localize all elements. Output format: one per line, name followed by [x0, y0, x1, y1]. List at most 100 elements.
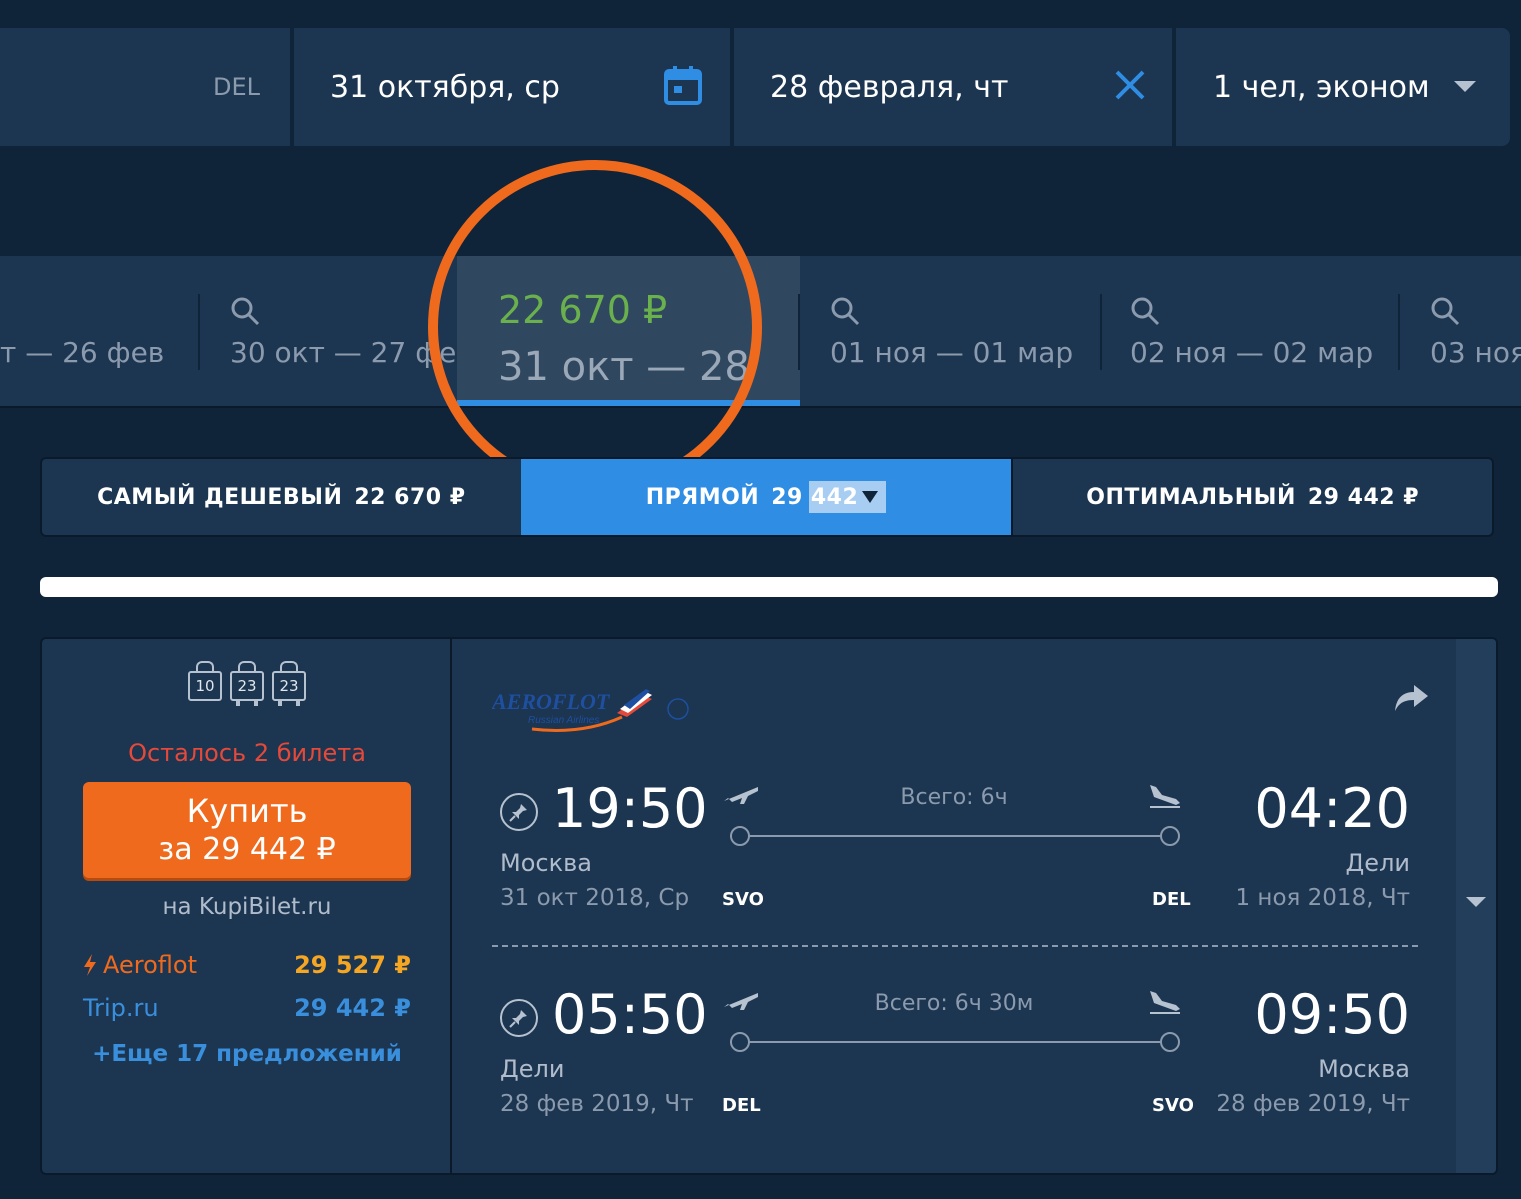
arrival-time: 04:20: [1254, 777, 1410, 840]
date-option-label: 31 окт — 28: [498, 344, 750, 390]
tickets-remaining: Осталось 2 билета: [128, 739, 366, 767]
airline-name: AEROFLOT: [492, 689, 611, 714]
depart-date-field[interactable]: 31 октября, ср: [294, 28, 730, 146]
route-start-dot: [730, 826, 750, 846]
lightning-icon: [84, 954, 96, 976]
arrival-date: 1 ноя 2018, Чт: [1235, 885, 1410, 911]
expand-panel[interactable]: [1456, 639, 1496, 1173]
date-option[interactable]: 30 окт — 27 фе: [200, 256, 457, 408]
loading-progress-bar: [40, 577, 1498, 597]
buy-button-label: Купить: [186, 792, 308, 830]
route-end-dot: [1160, 826, 1180, 846]
arrival-city: Дели: [1345, 849, 1410, 877]
landing-icon: [1146, 783, 1182, 813]
departure-date: 28 фев 2019, Чт: [500, 1091, 694, 1117]
arrival-time: 09:50: [1254, 983, 1410, 1046]
calendar-icon[interactable]: [664, 65, 702, 109]
tab-direct[interactable]: ПРЯМОЙ 29 442: [520, 459, 1012, 535]
departure-airport-code: SVO: [722, 889, 764, 910]
baggage-info: 10 23 23: [186, 659, 308, 707]
passengers-select[interactable]: 1 чел, эконом: [1176, 28, 1510, 146]
tab-price: 22 670 ₽: [354, 484, 466, 510]
offer-agency-name: Trip.ru: [83, 994, 159, 1022]
offer-price: 29 442 ₽: [294, 994, 411, 1022]
depart-date-value: 31 октября, ср: [330, 69, 560, 105]
baggage-weight: 23: [230, 671, 264, 701]
departure-date: 31 окт 2018, Ср: [500, 885, 690, 911]
tab-price-selected: 442: [810, 484, 859, 510]
arrival-city: Москва: [1318, 1055, 1410, 1083]
search-icon: [830, 296, 860, 330]
date-option-label: 03 ноя: [1430, 336, 1521, 369]
flight-segment-outbound: 19:50 Москва 31 окт 2018, Ср Всего: 6ч S…: [454, 777, 1458, 927]
dropdown-arrow-icon: [862, 491, 879, 503]
chevron-down-icon: [1454, 78, 1476, 97]
date-option[interactable]: т — 26 фев: [0, 256, 198, 408]
pin-icon[interactable]: [500, 793, 538, 831]
flight-duration: Всего: 6ч 30м: [874, 991, 1034, 1016]
ticket-purchase-panel: 10 23 23 Осталось 2 билета Купить за 29 …: [42, 639, 452, 1173]
airline-subtitle: Russian Airlines: [528, 715, 599, 726]
route-line: [730, 1041, 1170, 1043]
date-option[interactable]: 01 ноя — 01 мар: [800, 256, 1100, 408]
clear-return-date-icon[interactable]: [1114, 69, 1146, 105]
date-option-label: 02 ноя — 02 мар: [1130, 336, 1374, 369]
sort-tabs: САМЫЙ ДЕШЕВЫЙ 22 670 ₽ ПРЯМОЙ 29 442 ОПТ…: [40, 457, 1494, 537]
luggage-icon: 23: [228, 659, 266, 707]
route-start-dot: [730, 1032, 750, 1052]
hand-luggage-icon: 10: [186, 659, 224, 707]
date-price: 22 670 ₽: [498, 288, 668, 332]
search-icon: [1430, 296, 1460, 330]
tab-label: ОПТИМАЛЬНЫЙ: [1086, 484, 1296, 510]
offer-agency: Aeroflot: [83, 951, 197, 979]
destination-field[interactable]: DEL: [0, 28, 290, 146]
date-option-selected[interactable]: 22 670 ₽ 31 окт — 28: [457, 256, 800, 406]
luggage-icon: 23: [270, 659, 308, 707]
destination-code: DEL: [212, 73, 260, 101]
tab-label: ПРЯМОЙ: [645, 484, 760, 510]
tab-label: САМЫЙ ДЕШЕВЫЙ: [97, 484, 343, 510]
flight-duration: Всего: 6ч: [900, 785, 1008, 810]
seller-name: на KupiBilet.ru: [162, 894, 332, 920]
departure-city: Дели: [500, 1055, 565, 1083]
share-icon[interactable]: [1394, 683, 1430, 717]
arrival-airport-code: SVO: [1152, 1095, 1194, 1116]
offer-price: 29 527 ₽: [294, 951, 411, 979]
search-icon: [1130, 296, 1160, 330]
departure-time: 19:50: [552, 777, 708, 840]
more-offers-link[interactable]: +Еще 17 предложений: [42, 1041, 452, 1067]
date-option[interactable]: 02 ноя — 02 мар: [1102, 256, 1398, 408]
search-icon: [230, 296, 260, 330]
baggage-weight: 10: [188, 671, 222, 701]
baggage-weight: 23: [272, 671, 306, 701]
departure-city: Москва: [500, 849, 592, 877]
offer-row[interactable]: Trip.ru 29 442 ₽: [83, 994, 411, 1022]
date-option[interactable]: 03 ноя: [1400, 256, 1521, 408]
segment-divider: [492, 945, 1418, 947]
flight-details: AEROFLOT Russian Airlines 19:50 Москва 3…: [454, 639, 1458, 1173]
tab-cheapest[interactable]: САМЫЙ ДЕШЕВЫЙ 22 670 ₽: [42, 459, 521, 535]
buy-button[interactable]: Купить за 29 442 ₽: [83, 782, 411, 878]
date-option-label: т — 26 фев: [0, 336, 165, 369]
tab-optimal[interactable]: ОПТИМАЛЬНЫЙ 29 442 ₽: [1011, 459, 1492, 535]
pin-icon[interactable]: [500, 999, 538, 1037]
date-option-label: 30 окт — 27 фе: [230, 336, 457, 369]
route-end-dot: [1160, 1032, 1180, 1052]
date-carousel: т — 26 фев 30 окт — 27 фе 22 670 ₽ 31 ок…: [0, 256, 1521, 408]
flight-segment-return: 05:50 Дели 28 фев 2019, Чт Всего: 6ч 30м…: [454, 983, 1458, 1133]
price-dropdown[interactable]: 442: [808, 481, 887, 513]
search-bar: DEL 31 октября, ср 28 февраля, чт 1 чел,…: [0, 28, 1510, 146]
arrival-airport-code: DEL: [1152, 889, 1191, 910]
airline-logo: AEROFLOT Russian Airlines: [490, 683, 702, 733]
passengers-value: 1 чел, эконом: [1213, 69, 1430, 105]
expand-arrow-icon: [1466, 897, 1486, 907]
buy-button-price: за 29 442 ₽: [158, 832, 336, 867]
ticket-card: 10 23 23 Осталось 2 билета Купить за 29 …: [40, 637, 1498, 1175]
route-line: [730, 835, 1170, 837]
return-date-value: 28 февраля, чт: [770, 69, 1009, 105]
return-date-field[interactable]: 28 февраля, чт: [734, 28, 1172, 146]
offer-agency-name: Aeroflot: [103, 951, 197, 979]
date-option-label: 01 ноя — 01 мар: [830, 336, 1074, 369]
tab-price: 29 442 ₽: [1307, 484, 1420, 510]
offer-row[interactable]: Aeroflot 29 527 ₽: [83, 951, 411, 979]
